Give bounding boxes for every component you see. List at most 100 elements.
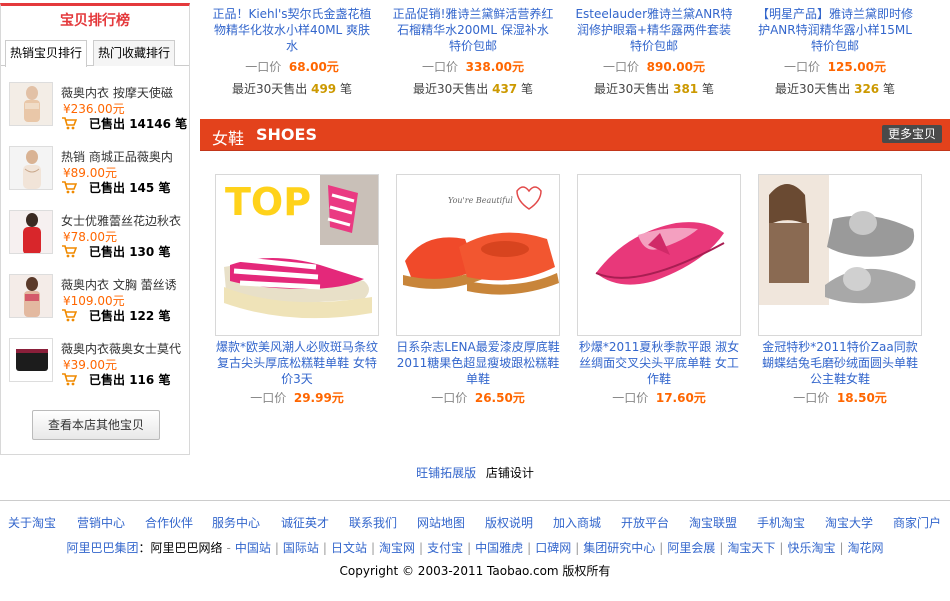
shop-expand-link[interactable]: 旺铺拓展版: [416, 466, 476, 480]
rank-item[interactable]: 薇奥内衣 文胸 蕾丝诱 ¥109.00元 已售出 122 笔: [9, 270, 185, 326]
product-thumbnail[interactable]: [9, 210, 53, 254]
product-image[interactable]: [758, 174, 922, 336]
group-link[interactable]: 日文站: [331, 541, 367, 555]
footer-link[interactable]: 联系我们: [349, 514, 397, 531]
footer-link[interactable]: 淘宝联盟: [689, 514, 737, 531]
tab-hot-favorites[interactable]: 热门收藏排行: [93, 40, 176, 66]
product-image[interactable]: [577, 174, 741, 336]
group-link[interactable]: 集团研究中心: [583, 541, 655, 555]
group-network: 阿里巴巴网络: [150, 541, 223, 555]
footer-link[interactable]: 网站地图: [417, 514, 465, 531]
shopping-cart-icon: [62, 373, 77, 386]
shoes-section-header: 女鞋 SHOES 更多宝贝: [200, 119, 950, 151]
more-items-button[interactable]: 更多宝贝: [881, 125, 942, 143]
price-row: 一口价 338.00元: [422, 60, 524, 74]
rank-item-sold: 已售出 145 笔: [89, 181, 171, 195]
product-title-link[interactable]: 金冠特秒*2011特价Zaa同款蝴蝶结兔毛磨砂绒面圆头单鞋 公主鞋女鞋: [758, 339, 922, 387]
shop-links: 旺铺拓展版 店铺设计: [0, 464, 950, 481]
product-title-link[interactable]: 正品促销!雅诗兰黛鲜活营养红石榴精华水200ML 保湿补水 特价包邮: [391, 6, 555, 54]
product-thumbnail[interactable]: [9, 146, 53, 190]
sold-row: 最近30天售出 499 笔: [231, 82, 352, 96]
sold-row: 最近30天售出 437 笔: [412, 82, 533, 96]
shopping-cart-icon: [62, 181, 77, 194]
rank-item-name[interactable]: 女士优雅蕾丝花边秋衣: [61, 212, 185, 228]
footer-link[interactable]: 加入商城: [553, 514, 601, 531]
group-link[interactable]: 国际站: [283, 541, 319, 555]
product-title-link[interactable]: 日系杂志LENA最爱漆皮厚底鞋2011糖果色超显瘦坡跟松糕鞋单鞋: [396, 339, 560, 387]
shopping-cart-icon: [62, 309, 77, 322]
section-title-en: SHOES: [256, 125, 317, 144]
copyright: Copyright © 2003-2011 Taobao.com 版权所有: [339, 564, 611, 578]
group-link[interactable]: 淘花网: [848, 541, 884, 555]
ranking-sidebar: 宝贝排行榜 热销宝贝排行 热门收藏排行 薇奥内衣 按摩天使磁 ¥236.00元 …: [0, 3, 190, 455]
rank-item-sold: 已售出 130 笔: [89, 245, 171, 259]
footer-link[interactable]: 合作伙伴: [145, 514, 193, 531]
price-row: 一口价 17.60元: [612, 391, 706, 405]
shop-design-link[interactable]: 店铺设计: [486, 466, 534, 480]
price-row: 一口价 68.00元: [245, 60, 339, 74]
product-title-link[interactable]: 爆款*欧美风潮人必败斑马条纹 复古尖头厚底松糕鞋单鞋 女特价3天: [215, 339, 379, 387]
product-card: 正品促销!雅诗兰黛鲜活营养红石榴精华水200ML 保湿补水 特价包邮 一口价 3…: [391, 6, 555, 98]
rank-item-name[interactable]: 热销 商城正品薇奥内: [61, 148, 185, 164]
group-link[interactable]: 快乐淘宝: [787, 541, 835, 555]
group-link[interactable]: 中国站: [235, 541, 271, 555]
footer-divider: [0, 500, 950, 501]
product-thumbnail[interactable]: [9, 274, 53, 318]
ranking-tabs: 热销宝贝排行 热门收藏排行: [1, 36, 189, 67]
rank-item-name[interactable]: 薇奥内衣 文胸 蕾丝诱: [61, 276, 185, 292]
footer-link[interactable]: 手机淘宝: [757, 514, 805, 531]
rank-item-sold: 已售出 14146 笔: [89, 117, 188, 131]
price-row: 一口价 125.00元: [784, 60, 886, 74]
group-link[interactable]: 阿里会展: [667, 541, 715, 555]
product-title-link[interactable]: 秒爆*2011夏秋季款平跟 淑女丝绸面交叉尖头平底单鞋 女工作鞋: [577, 339, 741, 387]
rank-item[interactable]: 薇奥内衣薇奥女士莫代 ¥39.00元 已售出 116 笔: [9, 334, 185, 390]
footer-link[interactable]: 营销中心: [77, 514, 125, 531]
footer-link[interactable]: 商家门户: [893, 514, 941, 531]
rank-item[interactable]: 女士优雅蕾丝花边秋衣 ¥78.00元 已售出 130 笔: [9, 206, 185, 262]
tab-hot-selling[interactable]: 热销宝贝排行: [5, 40, 88, 67]
product-card: 爆款*欧美风潮人必败斑马条纹 复古尖头厚底松糕鞋单鞋 女特价3天 一口价 29.…: [215, 339, 379, 407]
product-card: 日系杂志LENA最爱漆皮厚底鞋2011糖果色超显瘦坡跟松糕鞋单鞋 一口价 26.…: [396, 339, 560, 407]
view-other-items-button[interactable]: 查看本店其他宝贝: [32, 410, 160, 440]
rank-item-name[interactable]: 薇奥内衣薇奥女士莫代: [61, 340, 185, 356]
product-card: 金冠特秒*2011特价Zaa同款蝴蝶结兔毛磨砂绒面圆头单鞋 公主鞋女鞋 一口价 …: [758, 339, 922, 407]
sold-row: 最近30天售出 326 笔: [774, 82, 895, 96]
sold-row: 最近30天售出 381 笔: [593, 82, 714, 96]
section-title-cn: 女鞋: [212, 129, 245, 148]
product-card: 【明星产品】雅诗兰黛即时修护ANR特润精华露小样15ML 特价包邮 一口价 12…: [753, 6, 917, 98]
group-link[interactable]: 中国雅虎: [475, 541, 523, 555]
shopping-cart-icon: [62, 245, 77, 258]
footer-group-links: 阿里巴巴集团：阿里巴巴网络 - 中国站 | 国际站 | 日文站 | 淘宝网 | 支付宝 | 中国雅虎 | 口…: [66, 541, 884, 555]
product-title-link[interactable]: Esteelauder雅诗兰黛ANR特润修护眼霜+精华露两件套装 特价包邮: [572, 6, 736, 54]
footer-link[interactable]: 开放平台: [621, 514, 669, 531]
product-card: 正品！Kiehl's契尔氏金盏花植物精华化妆水小样40ML 爽肤水 一口价 68…: [210, 6, 374, 98]
product-card: Esteelauder雅诗兰黛ANR特润修护眼霜+精华露两件套装 特价包邮 一口…: [572, 6, 736, 98]
group-link[interactable]: 淘宝网: [379, 541, 415, 555]
product-title-link[interactable]: 正品！Kiehl's契尔氏金盏花植物精华化妆水小样40ML 爽肤水: [210, 6, 374, 54]
product-thumbnail[interactable]: [9, 82, 53, 126]
product-card: 秒爆*2011夏秋季款平跟 淑女丝绸面交叉尖头平底单鞋 女工作鞋 一口价 17.…: [577, 339, 741, 407]
price-row: 一口价 890.00元: [603, 60, 705, 74]
footer-link[interactable]: 淘宝大学: [825, 514, 873, 531]
price-row: 一口价 26.50元: [431, 391, 525, 405]
shopping-cart-icon: [62, 117, 77, 130]
footer-link[interactable]: 服务中心: [212, 514, 260, 531]
rank-item[interactable]: 薇奥内衣 按摩天使磁 ¥236.00元 已售出 14146 笔: [9, 78, 188, 134]
footer-link[interactable]: 关于淘宝: [8, 514, 56, 531]
footer-link[interactable]: 诚征英才: [281, 514, 329, 531]
top-badge: TOP: [225, 180, 312, 224]
product-title-link[interactable]: 【明星产品】雅诗兰黛即时修护ANR特润精华露小样15ML 特价包邮: [753, 6, 917, 54]
rank-item[interactable]: 热销 商城正品薇奥内 ¥89.00元 已售出 145 笔: [9, 142, 185, 198]
product-thumbnail[interactable]: [9, 338, 53, 382]
group-link[interactable]: 淘宝天下: [727, 541, 775, 555]
group-link[interactable]: 支付宝: [427, 541, 463, 555]
group-label[interactable]: 阿里巴巴集团: [66, 541, 138, 555]
sidebar-title: 宝贝排行榜: [60, 13, 130, 29]
footer-nav: 关于淘宝 营销中心 合作伙伴 服务中心 诚征英才 联系我们 网站地图 版权说明 …: [0, 514, 950, 530]
group-link[interactable]: 口碑网: [535, 541, 571, 555]
price-row: 一口价 29.99元: [250, 391, 344, 405]
brand-text: You're Beautiful: [448, 196, 513, 205]
rank-item-name[interactable]: 薇奥内衣 按摩天使磁: [61, 84, 185, 100]
footer-link[interactable]: 版权说明: [485, 514, 533, 531]
rank-item-sold: 已售出 116 笔: [89, 373, 171, 387]
